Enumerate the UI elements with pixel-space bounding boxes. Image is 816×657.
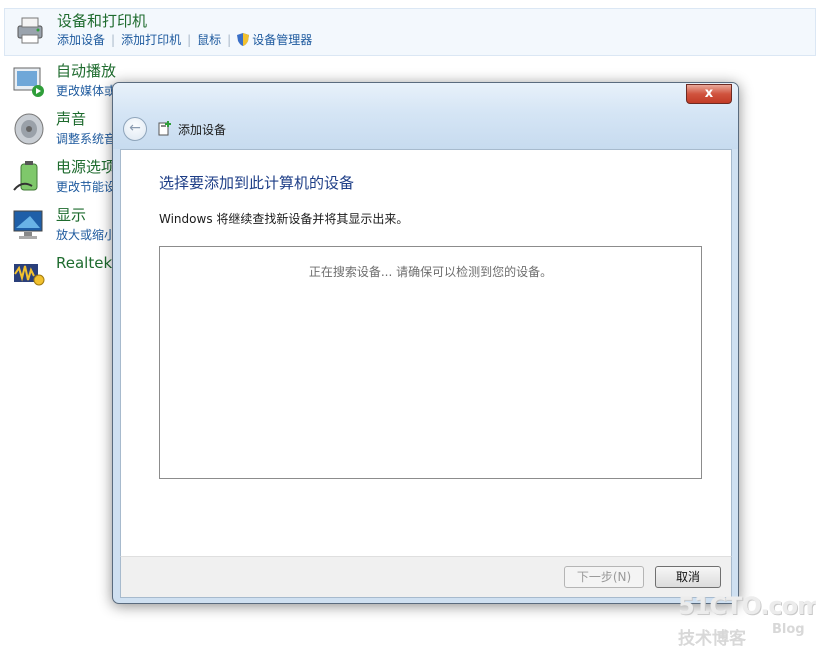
- back-arrow-icon[interactable]: ←: [123, 117, 147, 141]
- cp-item-title[interactable]: 电源选项: [56, 156, 116, 177]
- speaker-icon: [14, 113, 44, 145]
- watermark-line3: Blog: [772, 622, 805, 637]
- cp-item-links: 更改节能设: [56, 178, 116, 195]
- cp-item-title[interactable]: Realtek: [56, 254, 112, 272]
- add-printer-link[interactable]: 添加打印机: [121, 33, 181, 47]
- shield-icon: [237, 33, 250, 46]
- cp-link[interactable]: 放大或缩小: [56, 228, 116, 242]
- cancel-button[interactable]: 取消: [655, 566, 721, 588]
- cp-item-title[interactable]: 自动播放: [56, 60, 116, 81]
- dialog-content: 选择要添加到此计算机的设备 Windows 将继续查找新设备并将其显示出来。 正…: [120, 149, 732, 556]
- cp-link[interactable]: 更改媒体或: [56, 84, 116, 98]
- cp-item-title[interactable]: 声音: [56, 108, 86, 129]
- divider: |: [111, 33, 116, 47]
- cp-link[interactable]: 更改节能设: [56, 180, 116, 194]
- realtek-audio-icon: [14, 264, 45, 286]
- add-device-dialog: x ← 添加设备 选择要添加到此计算机的设备 Windows 将继续查找新设备并…: [112, 82, 739, 604]
- cp-link[interactable]: 调整系统音: [56, 132, 116, 146]
- cp-item-links: 更改媒体或: [56, 82, 116, 99]
- watermark-line1: 51CTO.com: [678, 592, 816, 620]
- autoplay-icon: [13, 67, 44, 97]
- dialog-title-bar: [113, 83, 738, 149]
- add-device-link[interactable]: 添加设备: [57, 33, 105, 47]
- monitor-icon: [13, 210, 43, 239]
- mouse-link[interactable]: 鼠标: [197, 33, 221, 47]
- watermark-logo: 51CTO.com 技术博客 Blog: [678, 592, 816, 650]
- add-device-icon: [158, 121, 171, 136]
- divider: |: [227, 33, 232, 47]
- close-button[interactable]: x: [686, 84, 732, 104]
- printer-icon: [17, 17, 43, 44]
- watermark-line2: 技术博客: [678, 629, 746, 649]
- cp-item-links: 调整系统音: [56, 130, 116, 147]
- battery-icon: [13, 161, 38, 191]
- device-manager-link[interactable]: 设备管理器: [252, 33, 312, 47]
- cp-item-devices-printers[interactable]: 设备和打印机 添加设备 | 添加打印机 | 鼠标 | 设备管理器: [4, 8, 816, 56]
- wizard-title: 添加设备: [178, 123, 227, 137]
- searching-status: 正在搜索设备... 请确保可以检测到您的设备。: [308, 265, 553, 279]
- cp-item-title[interactable]: 设备和打印机: [57, 10, 147, 31]
- cp-item-links: 添加设备 | 添加打印机 | 鼠标 | 设备管理器: [57, 31, 312, 48]
- divider: |: [187, 33, 192, 47]
- cp-item-links: 放大或缩小: [56, 226, 116, 243]
- device-list[interactable]: 正在搜索设备... 请确保可以检测到您的设备。: [159, 246, 702, 479]
- page-title: 选择要添加到此计算机的设备: [159, 174, 355, 192]
- cp-item-title[interactable]: 显示: [56, 204, 86, 225]
- description-text: Windows 将继续查找新设备并将其显示出来。: [159, 212, 409, 226]
- dialog-footer: 下一步(N) 取消: [120, 556, 732, 598]
- next-button[interactable]: 下一步(N): [564, 566, 644, 588]
